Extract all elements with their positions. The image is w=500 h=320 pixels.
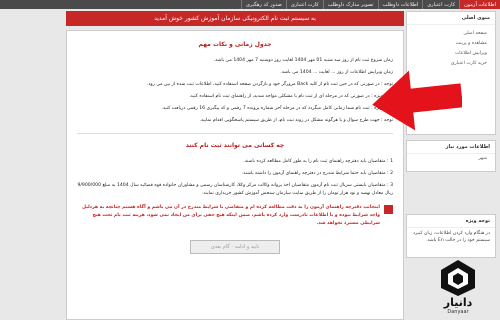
text-tracking: توجه ویژه : ثبت نام شما زمانی کامل میگرد… <box>161 106 393 111</box>
agreement-checkbox[interactable] <box>384 205 393 214</box>
danyaar-logo: دانیار Danyaar <box>425 258 491 318</box>
who-title: چه کسانی می توانند ثبت نام کنند <box>185 142 285 149</box>
sidebar-special-note: توجه ویژه در هنگام وارد کردن اطلاعات، زب… <box>406 214 496 258</box>
required-info-city: شهر <box>478 156 487 161</box>
text-start-date: زمان شروع ثبت نام از روز سه شنبه 01 مهر … <box>213 58 393 63</box>
main-panel: جدول زمانی و نکات مهم زمان شروع ثبت نام … <box>66 30 404 320</box>
divider <box>77 133 393 134</box>
arrow-pointer-icon <box>372 70 462 131</box>
next-step-button[interactable]: تایید و ادامه - گام بعدی <box>190 240 280 254</box>
schedule-title: جدول زمانی و نکات مهم <box>198 41 272 48</box>
menu-item-print[interactable]: مشاهده و پرینت <box>407 39 495 49</box>
text-help: توجه ویژه : در صورتی که در مرحله ای از ث… <box>189 94 393 99</box>
required-info-title: اطلاعات مورد نیاز <box>407 141 495 154</box>
top-nav: اطلاعات آزمون کارت اعتباری اطلاعات داوطلب ت… <box>0 0 500 9</box>
menu-item-buy-card[interactable]: خرید کارت اعتباری <box>407 59 495 69</box>
requirement-1: 1 : متقاضیان باید دفترچه راهنمای ثبت نام… <box>243 159 393 164</box>
nav-tab[interactable]: صدور کد رهگیری <box>240 0 286 9</box>
nav-tab[interactable]: کارت اعتباری <box>285 0 323 9</box>
nav-tab[interactable]: تصویر مدارک داوطلب <box>322 0 378 9</box>
agreement: اینجانب دفترچه راهنمای آزمون را به دقت م… <box>77 204 393 228</box>
text-support: توجه : جهت طرح سوال و یا هرگونه مشکل در … <box>199 118 393 123</box>
sidebar-required-info: اطلاعات مورد نیاز شهر <box>406 140 496 172</box>
nav-tab[interactable]: اطلاعات آزمون <box>459 0 500 9</box>
logo-text-en: Danyaar <box>447 309 469 315</box>
menu-item-edit[interactable]: ویرایش اطلاعات <box>407 49 495 59</box>
nav-tab[interactable]: اطلاعات داوطلب <box>377 0 423 9</box>
welcome-banner: به سیستم ثبت نام الکترونیکی سازمان آموزش… <box>66 11 404 26</box>
logo-mark-icon <box>441 260 475 296</box>
text-back-warning: توجه : در صورتی که در حین ثبت نام از کلی… <box>146 82 393 87</box>
requirement-3: 3 : متقاضیان بایستی سریال ثبت نام آزمون … <box>77 183 393 196</box>
nav-tab[interactable]: کارت اعتباری <box>422 0 459 9</box>
requirement-2: 2 : متقاضیان باید حتما شرایط مندرج در دف… <box>241 171 393 176</box>
menu-item-home[interactable]: صفحه اصلی <box>407 29 495 39</box>
agreement-text: اینجانب دفترچه راهنمای آزمون را به دقت م… <box>81 205 380 226</box>
special-note-text: در هنگام وارد کردن اطلاعات، زبان کیبرد س… <box>413 231 490 243</box>
text-edit-date: زمان ویرایش اطلاعات از روز ... لغایت ...… <box>280 70 393 75</box>
special-note-title: توجه ویژه <box>407 215 495 228</box>
logo-text: دانیار <box>443 296 473 309</box>
main-menu-title: منوی اصلی <box>407 12 495 25</box>
